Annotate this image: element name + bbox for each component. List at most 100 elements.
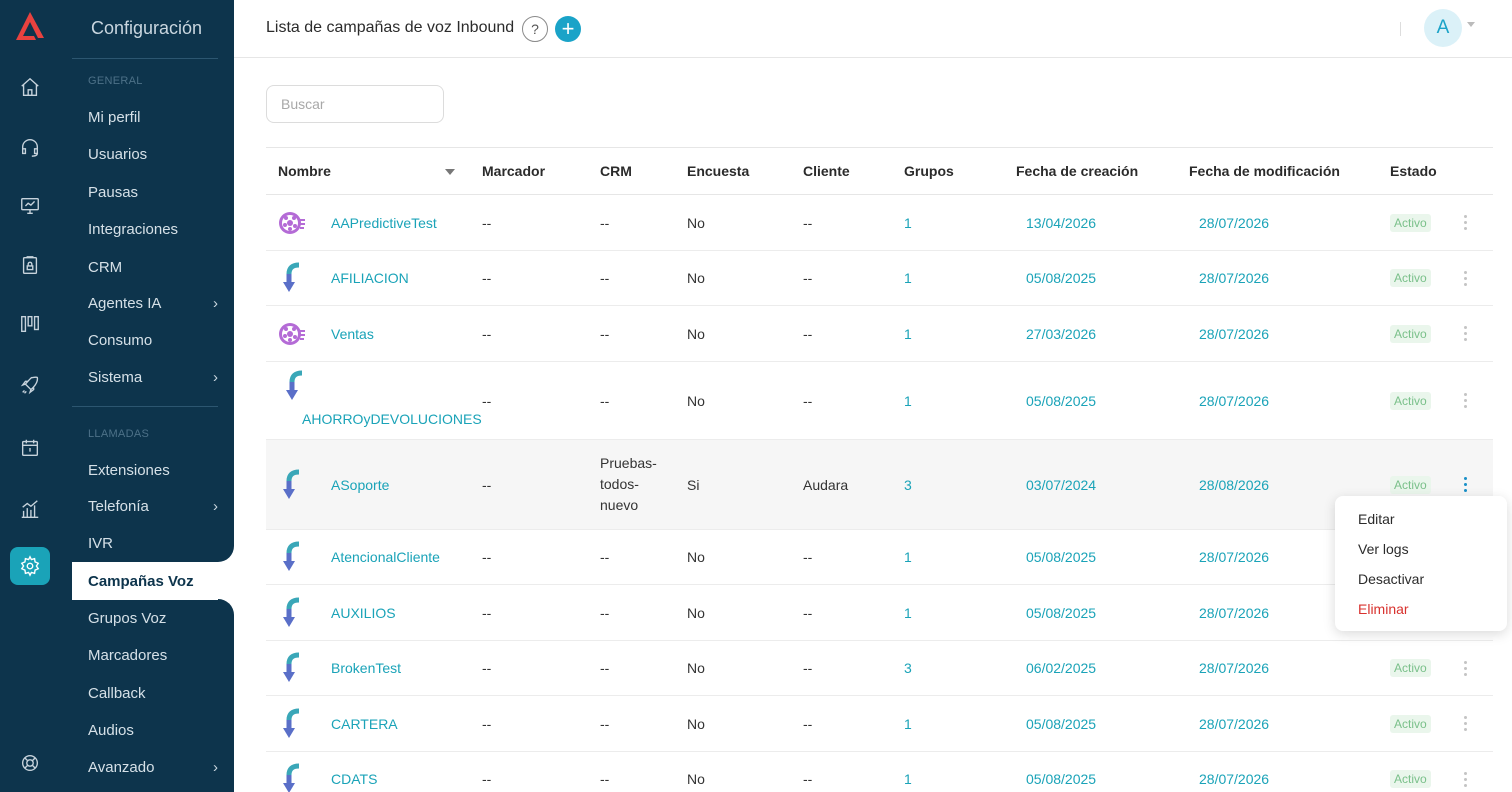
col-header-crm[interactable]: CRM — [600, 147, 687, 195]
menu-item-eliminar[interactable]: Eliminar — [1358, 601, 1409, 617]
crm-value: -- — [600, 640, 687, 696]
grupos-link[interactable]: 1 — [904, 215, 912, 231]
col-header-fecha-modificacion[interactable]: Fecha de modificación — [1189, 147, 1390, 195]
clipboard-icon[interactable] — [18, 253, 42, 277]
sidebar-item-crm[interactable]: CRM — [88, 257, 218, 277]
menu-item-desactivar[interactable]: Desactivar — [1358, 571, 1424, 587]
home-icon[interactable] — [18, 75, 42, 99]
sidebar-item-usuarios[interactable]: Usuarios — [88, 144, 218, 164]
marcador-value: -- — [482, 751, 600, 792]
grupos-link[interactable]: 3 — [904, 477, 912, 493]
campaign-name-link[interactable]: Ventas — [331, 326, 374, 342]
sidebar-item-audios[interactable]: Audios — [88, 720, 218, 740]
kanban-icon[interactable] — [18, 312, 42, 336]
sidebar-item-telefonia[interactable]: Telefonía › — [88, 496, 218, 516]
col-header-cliente[interactable]: Cliente — [803, 147, 904, 195]
row-actions-kebab-icon[interactable] — [1455, 475, 1475, 495]
fecha-creacion-value: 06/02/2025 — [1026, 660, 1097, 676]
campaign-name-link[interactable]: AUXILIOS — [331, 605, 396, 621]
sidebar-item-callback[interactable]: Callback — [88, 683, 218, 703]
grupos-link[interactable]: 1 — [904, 549, 912, 565]
grupos-link[interactable]: 1 — [904, 326, 912, 342]
cliente-value: -- — [803, 751, 904, 792]
table-row[interactable]: AUXILIOS----No--105/08/202528/07/2026Act… — [266, 584, 1493, 641]
col-header-fecha-creacion[interactable]: Fecha de creación — [1016, 147, 1189, 195]
help-button[interactable]: ? — [522, 16, 548, 42]
app-logo[interactable] — [14, 12, 46, 42]
campaign-name-link[interactable]: ASoporte — [331, 477, 389, 493]
sidebar-item-agentes-ia[interactable]: Agentes IA › — [88, 293, 218, 313]
inbound-arrow-icon — [277, 652, 307, 683]
sidebar-item-marcadores[interactable]: Marcadores — [88, 645, 218, 665]
settings-icon[interactable] — [10, 547, 50, 585]
col-header-encuesta[interactable]: Encuesta — [687, 147, 803, 195]
campaign-name-link[interactable]: AtencionalCliente — [331, 549, 440, 565]
search-input[interactable] — [266, 85, 444, 123]
grupos-link[interactable]: 1 — [904, 393, 912, 409]
row-actions-kebab-icon[interactable] — [1455, 714, 1475, 734]
campaign-name-link[interactable]: CARTERA — [331, 716, 398, 732]
col-header-estado[interactable]: Estado — [1390, 147, 1455, 195]
grupos-link[interactable]: 1 — [904, 716, 912, 732]
grupos-link[interactable]: 1 — [904, 605, 912, 621]
rocket-icon[interactable] — [18, 373, 42, 397]
table-row[interactable]: AHORROyDEVOLUCIONES -- -- No -- 1 05/08/2025 28… — [266, 361, 1493, 440]
table-row[interactable]: Ventas -- -- No -- 1 27/03/2026 28/07/2026 Activ… — [266, 305, 1493, 362]
campaign-name-link[interactable]: CDATS — [331, 771, 377, 787]
sidebar-item-extensiones[interactable]: Extensiones — [88, 460, 218, 480]
stats-icon[interactable] — [18, 497, 42, 521]
sidebar-item-label: Campañas Voz — [88, 572, 194, 590]
grupos-link[interactable]: 1 — [904, 270, 912, 286]
campaign-name-link[interactable]: AFILIACION — [331, 270, 409, 286]
row-actions-kebab-icon[interactable] — [1455, 658, 1475, 678]
table-row[interactable]: AAPredictiveTest -- -- No -- 1 13/04/2026 28/07… — [266, 194, 1493, 251]
sidebar-item-pausas[interactable]: Pausas — [88, 182, 218, 202]
headset-icon[interactable] — [18, 135, 42, 159]
status-badge: Activo — [1390, 659, 1431, 677]
row-actions-kebab-icon[interactable] — [1455, 769, 1475, 789]
crm-value: -- — [600, 695, 687, 752]
sidebar-item-mi-perfil[interactable]: Mi perfil — [88, 107, 218, 127]
table-row[interactable]: AtencionalCliente -- -- No -- 1 05/08/2025 28/0… — [266, 529, 1493, 585]
sort-caret-icon[interactable] — [445, 169, 455, 175]
grupos-link[interactable]: 3 — [904, 660, 912, 676]
sidebar-item-label: Usuarios — [88, 145, 148, 163]
table-row[interactable]: AFILIACION -- -- No -- 1 05/08/2025 28/07/2026 A… — [266, 250, 1493, 306]
menu-item-ver-logs[interactable]: Ver logs — [1358, 541, 1409, 557]
help-circle-icon[interactable] — [18, 751, 42, 775]
menu-item-editar[interactable]: Editar — [1358, 511, 1395, 527]
row-actions-kebab-icon[interactable] — [1455, 268, 1475, 288]
row-actions-kebab-icon[interactable] — [1455, 213, 1475, 233]
sidebar-item-consumo[interactable]: Consumo — [88, 330, 218, 350]
table-row[interactable]: ASoporte -- Pruebas-todos-nuevo Si Audara 3 03… — [266, 439, 1493, 530]
caret-down-icon[interactable] — [1467, 22, 1475, 27]
sidebar-item-grupos-voz[interactable]: Grupos Voz — [88, 608, 218, 628]
user-avatar[interactable]: A — [1424, 9, 1462, 47]
table-row[interactable]: BrokenTest -- -- No -- 3 06/02/2025 28/07/2026 A… — [266, 640, 1493, 696]
cliente-value: -- — [803, 250, 904, 306]
col-header-grupos[interactable]: Grupos — [904, 147, 1016, 195]
campaign-name-link[interactable]: AAPredictiveTest — [331, 215, 437, 231]
campaign-name-link[interactable]: BrokenTest — [331, 660, 401, 676]
encuesta-value: Si — [687, 439, 803, 530]
sidebar-item-ivr[interactable]: IVR — [88, 533, 218, 553]
encuesta-value: No — [687, 584, 803, 641]
row-actions-kebab-icon[interactable] — [1455, 324, 1475, 344]
table-row[interactable]: CDATS -- -- No -- 1 05/08/2025 28/07/2026 Activo — [266, 751, 1493, 792]
table-row[interactable]: CARTERA -- -- No -- 1 05/08/2025 28/07/2026 Acti… — [266, 695, 1493, 752]
sidebar-item-campanas-voz[interactable]: Campañas Voz — [72, 562, 234, 600]
add-campaign-button[interactable]: + — [555, 16, 581, 42]
calendar-icon[interactable] — [18, 436, 42, 460]
cliente-value: -- — [803, 194, 904, 251]
fecha-modificacion-value: 28/07/2026 — [1199, 392, 1270, 409]
sidebar-item-label: Mi perfil — [88, 108, 141, 126]
col-header-marcador[interactable]: Marcador — [482, 147, 600, 195]
row-actions-kebab-icon[interactable] — [1455, 391, 1475, 411]
campaign-name-link[interactable]: AHORROyDEVOLUCIONES — [302, 411, 482, 427]
grupos-link[interactable]: 1 — [904, 771, 912, 787]
sidebar-item-sistema[interactable]: Sistema › — [88, 367, 218, 387]
sidebar-item-avanzado[interactable]: Avanzado › — [88, 757, 218, 777]
crm-value-line: Pruebas- — [600, 455, 657, 471]
sidebar-item-integraciones[interactable]: Integraciones — [88, 219, 218, 239]
monitor-icon[interactable] — [18, 194, 42, 218]
